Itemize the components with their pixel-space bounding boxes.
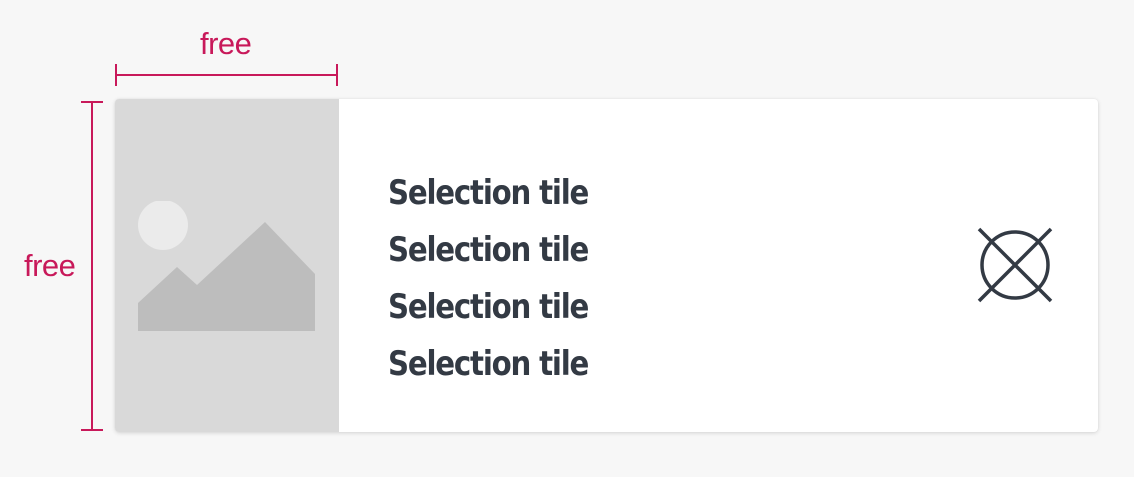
width-dimension-label: free [200, 26, 252, 61]
width-dimension-line [115, 64, 338, 86]
tile-text-line: Selection tile [388, 173, 589, 213]
tile-text-line: Selection tile [388, 344, 589, 384]
tile-text-block: Selection tile Selection tile Selection … [388, 165, 589, 393]
tile-text-line: Selection tile [388, 287, 589, 327]
circle-x-icon[interactable] [977, 227, 1053, 303]
height-dimension-line [81, 101, 103, 431]
selection-tile[interactable]: Selection tile Selection tile Selection … [115, 99, 1098, 432]
image-placeholder-icon [138, 201, 315, 331]
tile-text-line: Selection tile [388, 230, 589, 270]
tile-image-area [115, 99, 339, 432]
height-dimension-label: free [24, 248, 76, 283]
